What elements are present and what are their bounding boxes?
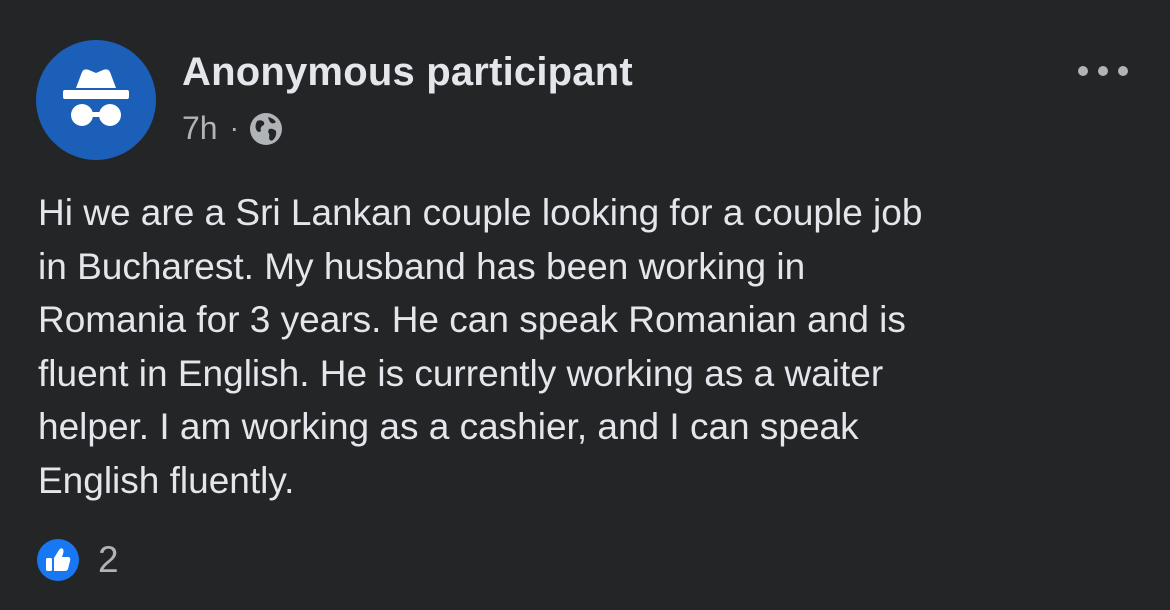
post-text-line: in Bucharest. My husband has been workin… xyxy=(38,245,806,287)
ellipsis-icon xyxy=(1078,66,1128,76)
post-text-line: Hi we are a Sri Lankan couple looking fo… xyxy=(38,192,923,233)
post-text-line: Romania for 3 years. He can speak Romani… xyxy=(38,299,906,340)
meta-separator: · xyxy=(229,112,239,143)
post-text-line: fluent in English. He is currently worki… xyxy=(38,352,884,394)
author-name[interactable]: Anonymous participant xyxy=(182,50,633,95)
post-body: Hi we are a Sri Lankan couple looking fo… xyxy=(38,186,1148,507)
reactions-summary[interactable]: 2 xyxy=(36,538,119,582)
globe-icon xyxy=(249,113,282,145)
post-text-line: helper. I am working as a cashier, and I… xyxy=(38,406,859,447)
reaction-count: 2 xyxy=(98,539,119,580)
post-text-line: English fluently. xyxy=(38,459,295,501)
thumbs-up-icon xyxy=(37,539,79,581)
post-card: Anonymous participant 7h · Hi we are a S… xyxy=(0,0,1170,610)
incognito-icon xyxy=(63,69,129,126)
more-options-button[interactable] xyxy=(1070,56,1136,86)
post-time[interactable]: 7h xyxy=(182,110,218,147)
post-meta: 7h · xyxy=(182,108,284,148)
author-avatar[interactable] xyxy=(36,40,156,160)
